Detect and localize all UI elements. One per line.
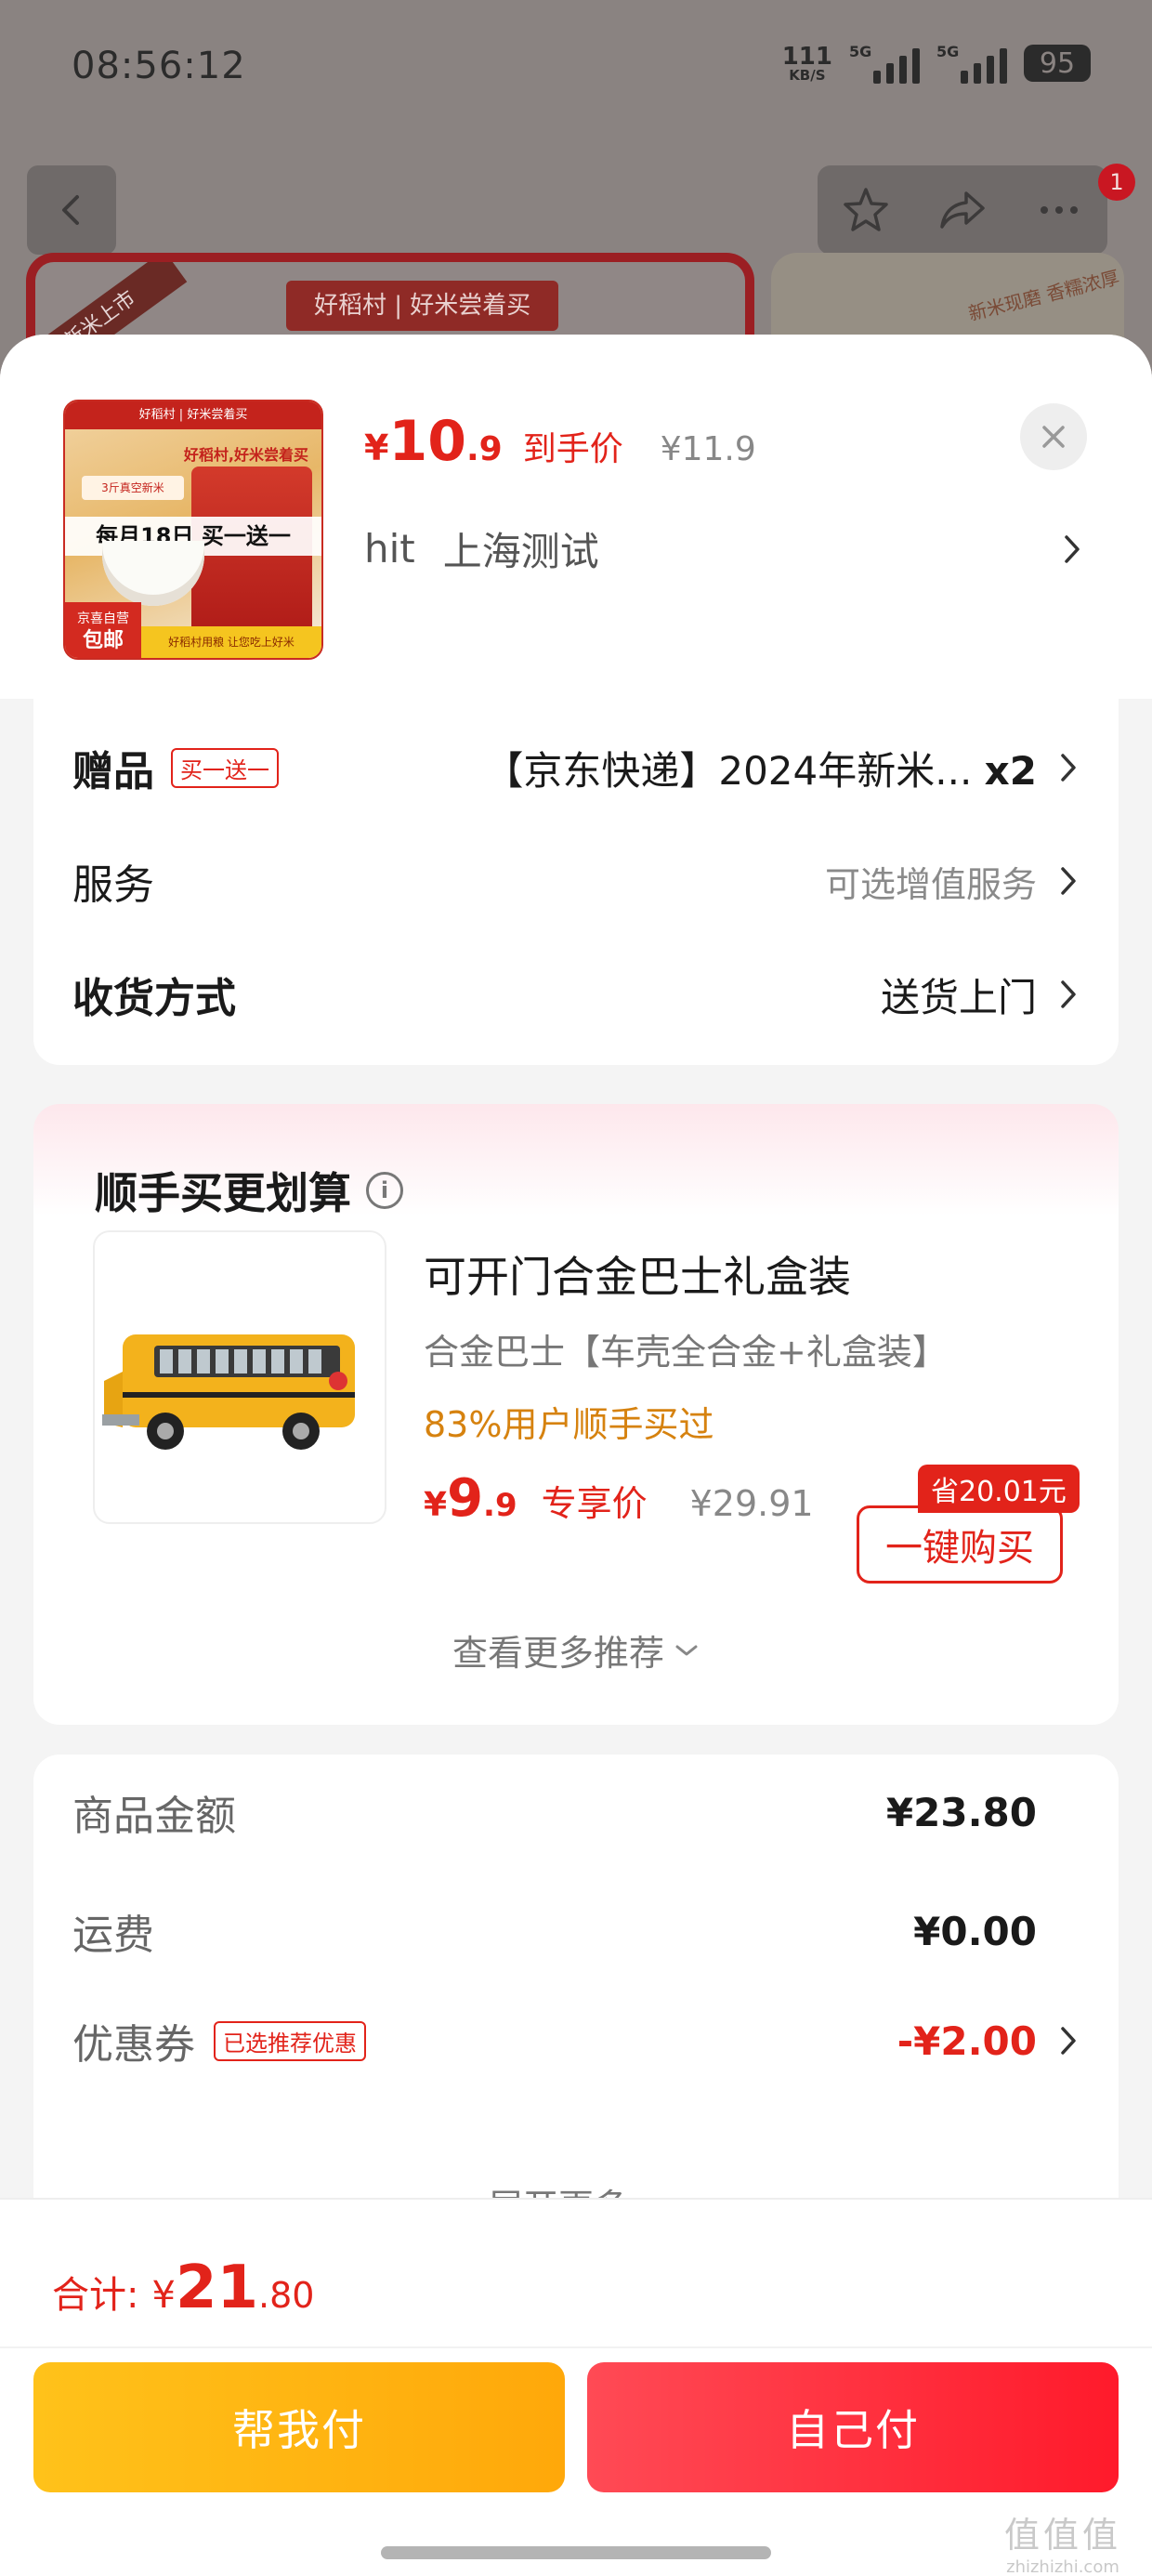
- chevron-right-icon: [1065, 535, 1080, 563]
- goods-amount: ¥23.80: [885, 1789, 1037, 1835]
- coupon-discount: -¥2.00: [897, 2017, 1037, 2064]
- service-value: 可选增值服务: [824, 863, 1037, 905]
- recommendation-image[interactable]: [93, 1230, 386, 1524]
- share-icon[interactable]: [936, 184, 988, 236]
- goods-amount-row: 商品金额 ¥23.80: [72, 1789, 1037, 1841]
- exclusive-price-label: 专享价: [541, 1483, 648, 1524]
- recommendation-title: 顺手买更划算 i: [95, 1160, 403, 1221]
- recommendation-card: 顺手买更划算 i 可开门合金巴士礼盒装 合金巴士【车壳全合金+礼盒装】 83%用…: [33, 1104, 1119, 1725]
- school-bus-image: [102, 1334, 355, 1450]
- network-speed: 111 KB/S: [781, 42, 832, 84]
- chevron-down-icon: [675, 1645, 698, 1655]
- gift-value: 【京东快递】2024年新米... x2: [484, 747, 1037, 794]
- recommendation-social-proof: 83%用户顺手买过: [424, 1404, 714, 1445]
- close-button[interactable]: [1020, 403, 1087, 470]
- divider: [0, 2346, 1152, 2348]
- receiver-address: 上海测试: [442, 528, 599, 574]
- product-image[interactable]: 好稻村 | 好米尝着买 好稻村,好米尝着买 3斤真空新米 每月18日 买一送一 …: [63, 400, 323, 660]
- product-header: 好稻村 | 好米尝着买 好稻村,好米尝着买 3斤真空新米 每月18日 买一送一 …: [0, 335, 1152, 699]
- service-row[interactable]: 服务 可选增值服务: [72, 844, 1080, 918]
- coupon-row[interactable]: 优惠券 已选推荐优惠 -¥2.00: [72, 2004, 1080, 2078]
- message-badge: 1: [1098, 164, 1135, 201]
- status-bar: 08:56:12 111 KB/S 5G 5G 95: [0, 0, 1152, 139]
- back-icon: [62, 195, 79, 225]
- watermark: 值值值 zhizhizhi.com: [1003, 2515, 1121, 2576]
- order-options: 赠品 买一送一 【京东快递】2024年新米... x2 服务 可选增值服务 收货…: [33, 699, 1119, 1065]
- info-icon[interactable]: i: [366, 1172, 403, 1209]
- star-icon[interactable]: [840, 184, 892, 236]
- delivery-row[interactable]: 收货方式 送货上门: [72, 957, 1080, 1032]
- home-indicator[interactable]: [381, 2546, 771, 2559]
- coupon-tag: 已选推荐优惠: [214, 2020, 366, 2061]
- order-total: 合计: ¥ 21 .80: [52, 2254, 315, 2322]
- gift-tag: 买一送一: [171, 747, 279, 788]
- chevron-right-icon: [1061, 980, 1076, 1008]
- savings-tag: 省20.01元: [918, 1465, 1080, 1513]
- battery-icon: 95: [1024, 45, 1091, 82]
- recommendation-price: ¥ 9 .9 专享价 ¥29.91: [424, 1468, 814, 1529]
- product-price: ¥ 10 .9 到手价 ¥11.9: [364, 409, 756, 474]
- back-button[interactable]: [27, 165, 116, 255]
- final-price-label: 到手价: [522, 430, 623, 468]
- gift-row[interactable]: 赠品 买一送一 【京东快递】2024年新米... x2: [72, 730, 1080, 805]
- more-icon[interactable]: [1033, 184, 1085, 236]
- shipping-fee: ¥0.00: [913, 1908, 1037, 1954]
- one-click-buy-button[interactable]: 一键购买: [857, 1505, 1063, 1584]
- signal-icon: 5G: [849, 43, 920, 84]
- recommendation-desc: 合金巴士【车壳全合金+礼盒装】: [424, 1332, 948, 1373]
- more-recommendations-link[interactable]: 查看更多推荐: [33, 1624, 1119, 1676]
- pay-myself-button[interactable]: 自己付: [587, 2362, 1119, 2492]
- brand-banner: 好稻村 | 好米尝着买: [286, 281, 559, 331]
- top-actions: [818, 165, 1107, 255]
- chevron-right-icon: [1061, 867, 1076, 895]
- pay-for-me-button[interactable]: 帮我付: [33, 2362, 565, 2492]
- receiver-name: hit: [364, 525, 415, 572]
- checkout-footer: 合计: ¥ 21 .80 帮我付 自己付 值值值 zhizhizhi.com: [0, 2198, 1152, 2576]
- rice-bowl-graphic: [102, 541, 204, 606]
- shipping-row: 运费 ¥0.00: [72, 1908, 1037, 1960]
- address-selector[interactable]: hit 上海测试: [364, 511, 1089, 585]
- background-page: 08:56:12 111 KB/S 5G 5G 95 1 新米上市 好稻村 | …: [0, 0, 1152, 401]
- checkout-sheet: 好稻村 | 好米尝着买 好稻村,好米尝着买 3斤真空新米 每月18日 买一送一 …: [0, 335, 1152, 2576]
- chevron-right-icon: [1061, 754, 1076, 782]
- close-icon: [1042, 426, 1065, 448]
- recommendation-name[interactable]: 可开门合金巴士礼盒装: [424, 1243, 851, 1305]
- status-indicators: 111 KB/S 5G 5G 95: [782, 43, 1091, 84]
- original-price: ¥11.9: [660, 430, 756, 468]
- chevron-right-icon: [1061, 2027, 1076, 2055]
- recommendation-original-price: ¥29.91: [689, 1483, 814, 1524]
- delivery-value: 送货上门: [880, 974, 1037, 1020]
- signal-icon: 5G: [936, 43, 1007, 84]
- status-time: 08:56:12: [72, 45, 246, 87]
- side-card-text: 新米现磨 香糯浓厚: [965, 266, 1122, 325]
